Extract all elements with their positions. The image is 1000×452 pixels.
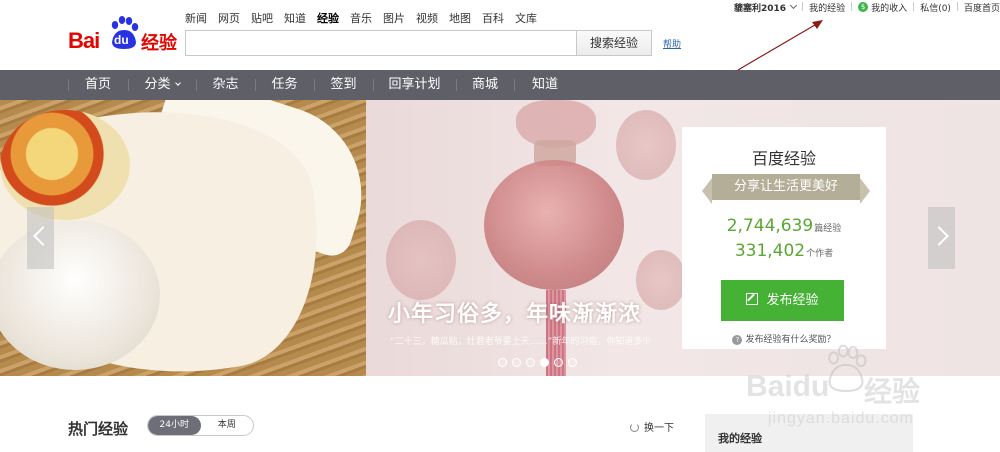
carousel-dot[interactable] (526, 358, 535, 367)
hot-experience-title: 热门经验 (68, 420, 129, 438)
chevron-down-icon[interactable] (789, 1, 798, 10)
topnav-music[interactable]: 音乐 (350, 10, 372, 26)
header: Bai du 经验 新闻 网页 贴吧 知道 经验 音乐 图片 视频 地图 百科 … (0, 0, 1000, 70)
banner-caption[interactable]: 小年习俗多，年味渐渐浓 (388, 296, 641, 328)
my-experience-panel-title[interactable]: 我的经验 (718, 430, 762, 446)
slogan-ribbon: 分享让生活更美好 (702, 174, 870, 204)
coin-icon: $ (858, 2, 869, 12)
annotation-arrow (737, 20, 823, 71)
nav-label: 杂志 (212, 77, 239, 92)
carousel-dot[interactable] (498, 358, 507, 367)
nav-label: 知道 (531, 77, 558, 92)
topnav-news[interactable]: 新闻 (185, 10, 207, 26)
topnav-map[interactable]: 地图 (449, 10, 471, 26)
nav-category[interactable]: 分类 (128, 70, 196, 100)
toggle-week[interactable]: 本周 (201, 416, 254, 435)
help-link[interactable]: 帮助 (663, 37, 681, 50)
articles-count: 2,744,639 (726, 216, 814, 236)
my-income-link[interactable]: 我的收入 (871, 1, 907, 14)
nav-magazine[interactable]: 杂志 (196, 70, 255, 100)
publish-label: 发布经验 (766, 293, 819, 308)
question-icon: ? (732, 335, 743, 345)
search-input[interactable] (185, 30, 577, 56)
topnav-tieba[interactable]: 贴吧 (251, 10, 273, 26)
refresh-label: 换一下 (644, 423, 674, 434)
nav-mall[interactable]: 商城 (456, 70, 514, 100)
nav-label: 签到 (330, 77, 357, 92)
chevron-right-icon (929, 226, 949, 246)
carousel-prev-button[interactable] (27, 207, 54, 269)
topnav-baike[interactable]: 百科 (482, 10, 504, 26)
topnav-zhidao[interactable]: 知道 (284, 10, 306, 26)
refresh-icon (630, 423, 639, 432)
search-button[interactable]: 搜索经验 (576, 30, 652, 56)
nav-label: 分类 (144, 77, 171, 92)
toggle-24h[interactable]: 24小时 (148, 416, 201, 435)
edit-icon (746, 293, 759, 305)
nav-tasks[interactable]: 任务 (255, 70, 314, 100)
nav-checkin[interactable]: 签到 (314, 70, 373, 100)
chevron-down-icon (174, 80, 181, 86)
nav-home[interactable]: 首页 (68, 70, 128, 100)
carousel-dot[interactable] (512, 358, 521, 367)
divider: | (955, 2, 959, 12)
carousel-dot[interactable] (568, 358, 577, 367)
topnav-web[interactable]: 网页 (218, 10, 240, 26)
authors-stat: 331,402个作者 (682, 241, 886, 261)
articles-stat: 2,744,639篇经验 (682, 216, 886, 236)
baidu-home-link[interactable]: 百度首页 (964, 1, 1000, 14)
authors-unit: 个作者 (806, 249, 834, 259)
logo-du-text: du (114, 33, 129, 47)
hot-experience-section: 热门经验 24小时 本周 换一下 我的经验 (0, 376, 1000, 452)
nav-label: 商城 (471, 77, 498, 92)
page: Bai du 经验 新闻 网页 贴吧 知道 经验 音乐 图片 视频 地图 百科 … (0, 0, 1000, 452)
logo-jingyan-text: 经验 (141, 33, 177, 54)
nav-share-plan[interactable]: 回享计划 (373, 70, 456, 100)
authors-count: 331,402 (734, 241, 806, 261)
nav-zhidao[interactable]: 知道 (514, 70, 576, 100)
jingyan-info-card: 百度经验 分享让生活更美好 2,744,639篇经验 331,402个作者 发布… (682, 127, 886, 349)
articles-unit: 篇经验 (814, 224, 842, 234)
carousel-dot[interactable] (554, 358, 563, 367)
divider: | (850, 2, 854, 12)
reward-label: 发布经验有什么奖励？ (745, 335, 836, 345)
top-navigation: 新闻 网页 贴吧 知道 经验 音乐 图片 视频 地图 百科 文库 (185, 10, 548, 26)
carousel-dot[interactable] (540, 358, 549, 367)
card-title: 百度经验 (751, 149, 816, 168)
nav-label: 任务 (271, 77, 298, 92)
chevron-left-icon (33, 226, 53, 246)
topnav-images[interactable]: 图片 (383, 10, 405, 26)
time-range-toggle: 24小时 本周 (147, 415, 254, 436)
divider: | (801, 2, 805, 12)
banner-subcaption: “二十三，糖瓜粘，灶君老爷要上天……”新年的习俗，你知道多少 (390, 337, 652, 347)
divider: | (912, 2, 916, 12)
topnav-jingyan[interactable]: 经验 (317, 10, 339, 26)
nav-label: 回享计划 (388, 77, 441, 92)
reward-link[interactable]: ? 发布经验有什么奖励？ (682, 332, 886, 345)
slogan-text: 分享让生活更美好 (733, 179, 838, 194)
my-experience-panel: 我的经验 (705, 414, 913, 452)
carousel-next-button[interactable] (928, 207, 955, 269)
nav-label: 首页 (84, 77, 111, 92)
publish-experience-button[interactable]: 发布经验 (721, 280, 844, 321)
carousel-dots (498, 358, 577, 367)
banner-carousel[interactable]: 小年习俗多，年味渐渐浓 “二十三，糖瓜粘，灶君老爷要上天……”新年的习俗，你知道… (0, 100, 1000, 376)
logo-bai-text: Bai (68, 28, 100, 53)
topnav-wenku[interactable]: 文库 (515, 10, 537, 26)
baidu-jingyan-logo[interactable]: Bai du 经验 (68, 16, 178, 54)
banner-food-image (0, 100, 370, 376)
topnav-video[interactable]: 视频 (416, 10, 438, 26)
refresh-button[interactable]: 换一下 (630, 419, 674, 434)
messages-link[interactable]: 私信(0) (920, 1, 951, 14)
main-navigation: 首页 分类 杂志 任务 签到 回享计划 商城 知道 (0, 70, 1000, 100)
